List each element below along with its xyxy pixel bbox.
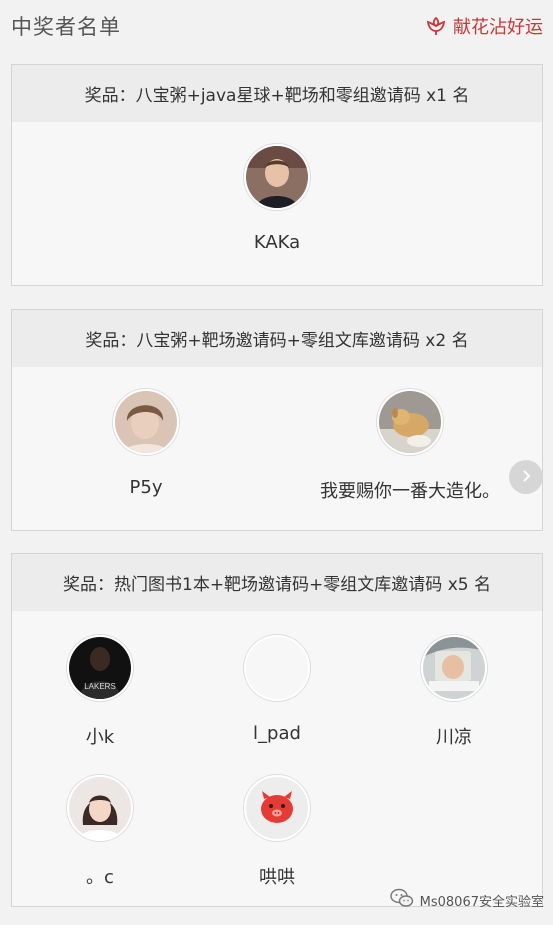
avatar-blank <box>244 635 310 701</box>
winner-item[interactable]: 川凉 <box>364 635 544 749</box>
winner-name: P5y <box>129 477 163 498</box>
prize-label: 奖品：八宝粥+靶场邀请码+零组文库邀请码 x2 名 <box>85 331 469 351</box>
prize-card-3: 奖品：热门图书1本+靶场邀请码+零组文库邀请码 x5 名 LAKERS 小k l… <box>11 553 543 907</box>
avatar-boy-photo <box>244 144 310 210</box>
prize-label: 奖品：八宝粥+java星球+靶场和零组邀请码 x1 名 <box>84 86 470 106</box>
prize-header: 奖品：八宝粥+靶场邀请码+零组文库邀请码 x2 名 <box>12 310 542 367</box>
winner-item[interactable]: 。c <box>10 775 190 889</box>
watermark: Ms08067安全实验室 <box>389 888 544 912</box>
watermark-text: Ms08067安全实验室 <box>419 894 544 910</box>
winner-item[interactable]: P5y <box>56 389 236 498</box>
avatar-dog-photo <box>377 389 443 455</box>
winner-item[interactable]: 哄哄 <box>187 775 367 889</box>
winner-item[interactable]: KAKa <box>187 144 367 253</box>
page-title: 中奖者名单 <box>11 15 121 39</box>
chevron-right-icon <box>519 468 533 487</box>
prize-label: 奖品：热门图书1本+靶场邀请码+零组文库邀请码 x5 名 <box>63 575 491 595</box>
winner-name: 小k <box>85 727 115 748</box>
winner-item[interactable]: l_pad <box>187 635 367 744</box>
winner-name: 。c <box>86 867 114 888</box>
avatar-lakers-photo: LAKERS <box>67 635 133 701</box>
prize-card-2: 奖品：八宝粥+靶场邀请码+零组文库邀请码 x2 名 P5y 我要赐你一番大造化。 <box>11 309 543 531</box>
avatar-red-pig-icon <box>244 775 310 841</box>
prize-card-1: 奖品：八宝粥+java星球+靶场和零组邀请码 x1 名 KAKa <box>11 64 543 286</box>
blessing-label: 献花沾好运 <box>453 17 543 38</box>
header: 中奖者名单 献花沾好运 <box>0 0 553 52</box>
avatar-person-photo <box>113 389 179 455</box>
prize-header: 奖品：八宝粥+java星球+靶场和零组邀请码 x1 名 <box>12 65 542 122</box>
winner-name: 川凉 <box>436 727 472 748</box>
avatar-girl-photo <box>67 775 133 841</box>
winner-item[interactable]: 我要赐你一番大造化。 <box>320 389 500 503</box>
winners-area: P5y 我要赐你一番大造化。 <box>12 367 543 531</box>
prize-header: 奖品：热门图书1本+靶场邀请码+零组文库邀请码 x5 名 <box>12 554 542 611</box>
svg-text:LAKERS: LAKERS <box>84 682 116 691</box>
winner-name: l_pad <box>253 723 301 744</box>
winner-name: KAKa <box>253 232 301 253</box>
next-page-button[interactable] <box>509 460 543 494</box>
avatar-car-selfie-photo <box>421 635 487 701</box>
wechat-icon <box>389 888 414 912</box>
winners-area: KAKa <box>12 122 542 286</box>
flower-icon <box>425 15 447 37</box>
winner-name: 我要赐你一番大造化。 <box>320 481 500 502</box>
winner-item[interactable]: LAKERS 小k <box>10 635 190 749</box>
winners-area: LAKERS 小k l_pad 川凉 。c 哄哄 <box>12 611 542 907</box>
blessing-button[interactable]: 献花沾好运 <box>425 13 543 39</box>
winner-name: 哄哄 <box>259 867 295 888</box>
